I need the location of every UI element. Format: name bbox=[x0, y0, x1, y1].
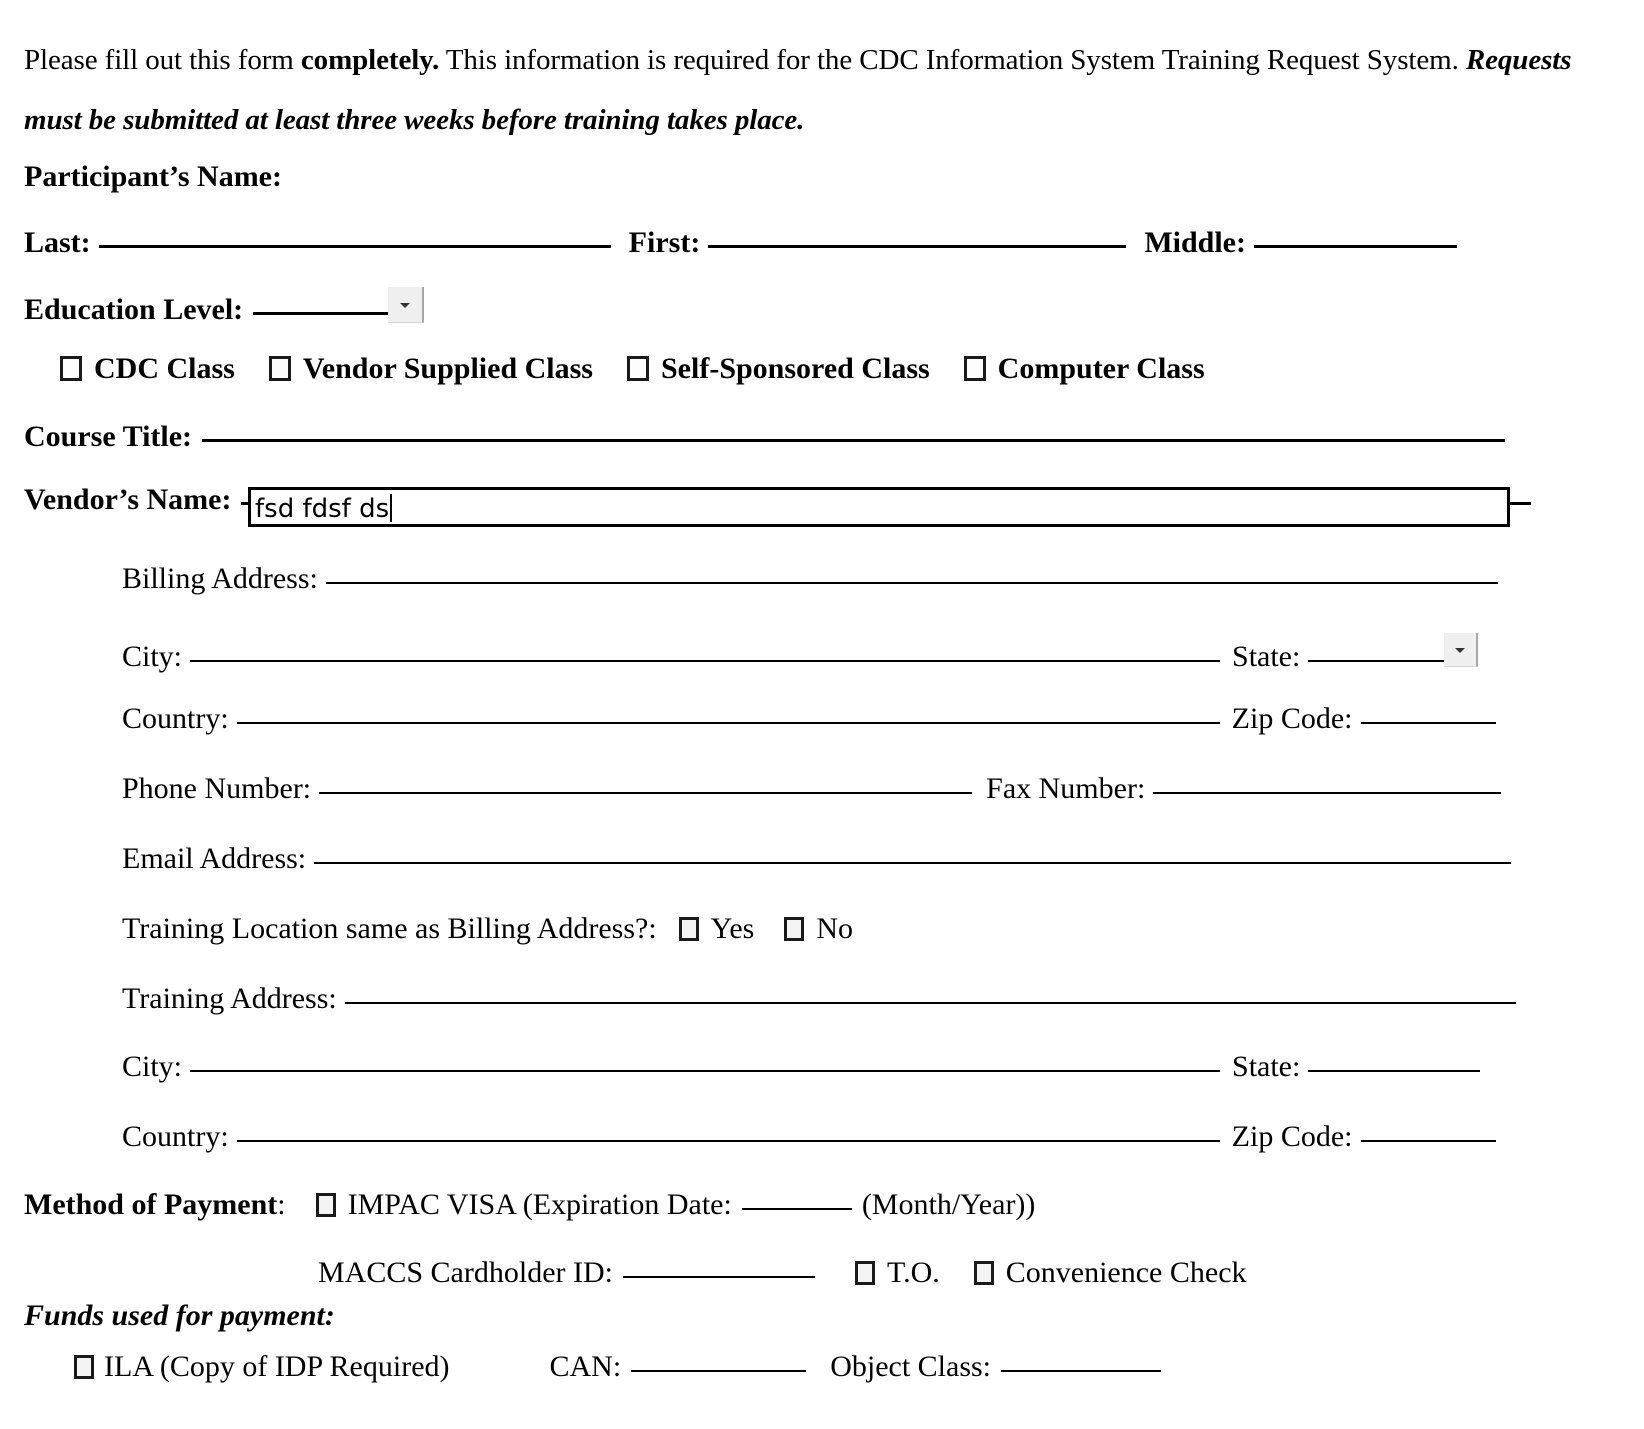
vendor-name-input[interactable]: fsd fdsf ds bbox=[248, 487, 1510, 527]
checkbox-label-computer-class: Computer Class bbox=[997, 352, 1205, 385]
intro-text-1: Please fill out this form bbox=[24, 44, 301, 76]
checkbox-vendor-supplied-class[interactable] bbox=[268, 356, 291, 381]
billing-city-state-row: City: State: bbox=[122, 632, 1479, 674]
training-address-input[interactable] bbox=[344, 1002, 1516, 1004]
email-address-input[interactable] bbox=[314, 862, 1512, 864]
impac-visa-label: IMPAC VISA (Expiration Date: bbox=[347, 1188, 732, 1221]
checkbox-label-vendor-supplied-class: Vendor Supplied Class bbox=[302, 352, 593, 385]
billing-zip-label: Zip Code: bbox=[1231, 702, 1353, 735]
course-title-input[interactable] bbox=[202, 439, 1506, 442]
checkbox-label-cdc-class: CDC Class bbox=[94, 352, 235, 385]
checkbox-label-yes: Yes bbox=[710, 912, 755, 945]
middle-name-label: Middle: bbox=[1144, 226, 1246, 259]
course-title-row: Course Title: bbox=[24, 420, 1506, 454]
chevron-down-icon[interactable] bbox=[388, 287, 425, 323]
training-zip-label: Zip Code: bbox=[1231, 1120, 1353, 1153]
intro-paragraph: Please fill out this form completely. Th… bbox=[24, 30, 1624, 150]
month-year-hint: (Month/Year)) bbox=[861, 1188, 1036, 1221]
billing-zip-input[interactable] bbox=[1360, 722, 1496, 724]
training-location-same-row: Training Location same as Billing Addres… bbox=[122, 912, 853, 946]
funds-detail-row: ILA (Copy of IDP Required) CAN: Object C… bbox=[74, 1350, 1161, 1384]
last-name-input[interactable] bbox=[98, 245, 611, 248]
billing-city-label: City: bbox=[122, 640, 183, 673]
billing-state-label: State: bbox=[1232, 640, 1301, 673]
text-caret bbox=[390, 494, 393, 522]
checkbox-impac-visa[interactable] bbox=[315, 1193, 336, 1217]
education-level-input[interactable] bbox=[253, 312, 389, 315]
education-level-label: Education Level: bbox=[24, 293, 244, 326]
billing-country-label: Country: bbox=[122, 702, 229, 735]
billing-address-row: Billing Address: bbox=[122, 562, 1498, 596]
checkbox-training-same-no[interactable] bbox=[784, 917, 805, 941]
funds-used-heading: Funds used for payment: bbox=[24, 1299, 335, 1332]
education-level-row: Education Level: bbox=[24, 283, 425, 327]
billing-address-input[interactable] bbox=[325, 582, 1498, 584]
phone-fax-row: Phone Number: Fax Number: bbox=[122, 772, 1502, 806]
can-label: CAN: bbox=[549, 1350, 622, 1383]
checkbox-label-ila: ILA (Copy of IDP Required) bbox=[104, 1350, 450, 1383]
checkbox-training-same-yes[interactable] bbox=[678, 917, 699, 941]
checkbox-cdc-class[interactable] bbox=[60, 356, 82, 381]
object-class-label: Object Class: bbox=[830, 1350, 991, 1383]
class-type-checkbox-row: CDC Class Vendor Supplied Class Self-Spo… bbox=[60, 352, 1205, 386]
training-state-input[interactable] bbox=[1308, 1070, 1481, 1072]
training-city-input[interactable] bbox=[190, 1070, 1221, 1072]
vendor-name-label: Vendor’s Name: bbox=[24, 483, 232, 516]
maccs-row: MACCS Cardholder ID: T.O. Convenience Ch… bbox=[318, 1256, 1247, 1290]
checkbox-convenience-check[interactable] bbox=[973, 1261, 994, 1285]
checkbox-label-self-sponsored-class: Self-Sponsored Class bbox=[661, 352, 930, 385]
email-address-label: Email Address: bbox=[122, 842, 307, 875]
maccs-cardholder-id-label: MACCS Cardholder ID: bbox=[318, 1256, 613, 1289]
first-name-label: First: bbox=[628, 226, 701, 259]
training-country-input[interactable] bbox=[236, 1140, 1220, 1142]
training-country-zip-row: Country: Zip Code: bbox=[122, 1120, 1496, 1154]
maccs-cardholder-id-input[interactable] bbox=[623, 1276, 815, 1278]
training-address-row: Training Address: bbox=[122, 982, 1516, 1016]
training-location-same-label: Training Location same as Billing Addres… bbox=[122, 912, 657, 945]
billing-address-label: Billing Address: bbox=[122, 562, 318, 595]
email-row: Email Address: bbox=[122, 842, 1512, 876]
training-country-label: Country: bbox=[122, 1120, 229, 1153]
expiration-date-input[interactable] bbox=[741, 1208, 852, 1210]
billing-country-zip-row: Country: Zip Code: bbox=[122, 702, 1496, 736]
checkbox-ila[interactable] bbox=[74, 1355, 94, 1379]
method-of-payment-colon: : bbox=[277, 1188, 286, 1221]
vendor-name-input-value: fsd fdsf ds bbox=[255, 494, 390, 524]
fax-number-label: Fax Number: bbox=[986, 772, 1146, 805]
can-input[interactable] bbox=[631, 1370, 807, 1372]
billing-city-input[interactable] bbox=[190, 660, 1221, 662]
billing-country-input[interactable] bbox=[236, 722, 1220, 724]
object-class-input[interactable] bbox=[1001, 1370, 1161, 1372]
name-fields-row: Last: First: Middle: bbox=[24, 226, 1457, 260]
course-title-label: Course Title: bbox=[24, 420, 193, 453]
participant-name-heading: Participant’s Name: bbox=[24, 160, 282, 194]
training-zip-input[interactable] bbox=[1360, 1140, 1496, 1142]
checkbox-label-to: T.O. bbox=[887, 1256, 940, 1289]
training-city-label: City: bbox=[122, 1050, 183, 1083]
phone-number-label: Phone Number: bbox=[122, 772, 312, 805]
participant-name-label: Participant’s Name: bbox=[24, 160, 282, 193]
training-city-state-row: City: State: bbox=[122, 1050, 1481, 1084]
checkbox-to[interactable] bbox=[855, 1261, 875, 1285]
checkbox-computer-class[interactable] bbox=[963, 356, 986, 381]
training-address-label: Training Address: bbox=[122, 982, 337, 1015]
middle-name-input[interactable] bbox=[1253, 245, 1457, 248]
phone-number-input[interactable] bbox=[319, 792, 973, 794]
form-page: Please fill out this form completely. Th… bbox=[0, 0, 1644, 1429]
checkbox-label-no: No bbox=[816, 912, 853, 945]
fax-number-input[interactable] bbox=[1153, 792, 1502, 794]
chevron-down-icon[interactable] bbox=[1444, 633, 1479, 667]
checkbox-self-sponsored-class[interactable] bbox=[627, 356, 649, 381]
intro-text-bold: completely. bbox=[300, 44, 440, 76]
funds-heading-row: Funds used for payment: bbox=[24, 1299, 335, 1333]
billing-state-input[interactable] bbox=[1308, 660, 1445, 662]
last-name-label: Last: bbox=[24, 226, 91, 259]
training-state-label: State: bbox=[1232, 1050, 1301, 1083]
method-of-payment-row: Method of Payment : IMPAC VISA (Expirati… bbox=[24, 1188, 1035, 1222]
intro-text-2: This information is required for the CDC… bbox=[439, 44, 1466, 76]
checkbox-label-convenience-check: Convenience Check bbox=[1005, 1256, 1247, 1289]
first-name-input[interactable] bbox=[708, 245, 1127, 248]
method-of-payment-label: Method of Payment bbox=[24, 1188, 278, 1221]
